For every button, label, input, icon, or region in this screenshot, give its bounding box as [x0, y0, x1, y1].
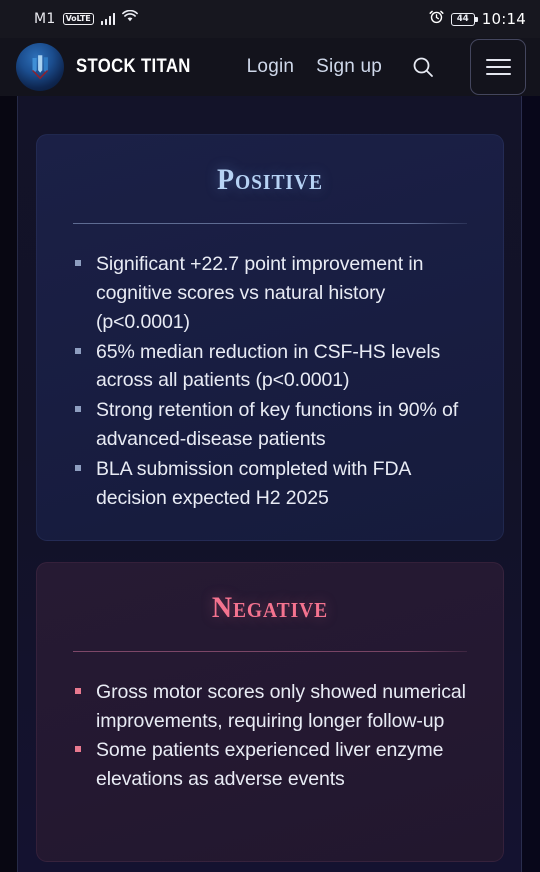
alarm-clock-icon [429, 9, 444, 29]
list-item: Strong retention of key functions in 90%… [73, 396, 479, 454]
status-bar: M1 VoLTE 44 10:14 [0, 0, 540, 38]
list-item: Gross motor scores only showed numerical… [73, 678, 479, 736]
status-bar-left: M1 VoLTE [14, 9, 138, 28]
hamburger-menu-icon[interactable] [470, 39, 526, 95]
positive-card-divider [73, 223, 467, 224]
carrier-label: M1 [34, 11, 56, 27]
navbar-actions: Login Sign up [247, 39, 526, 95]
positive-bullet-list: Significant +22.7 point improvement in c… [61, 250, 479, 513]
battery-level-label: 44 [456, 14, 469, 24]
negative-card-divider [73, 650, 467, 652]
clock-label: 10:14 [481, 10, 526, 28]
battery-indicator: 44 [450, 12, 478, 26]
status-bar-right: 44 10:14 [429, 9, 526, 29]
brand-home-link[interactable]: STOCK TITAN [16, 43, 206, 91]
list-item: Some patients experienced liver enzyme e… [73, 736, 479, 794]
list-item: 65% median reduction in CSF-HS levels ac… [73, 338, 479, 396]
content-inner: Positive Significant +22.7 point improve… [18, 96, 522, 862]
signal-bars-icon [100, 13, 116, 25]
negative-card: Negative Gross motor scores only showed … [36, 561, 504, 862]
list-item: Significant +22.7 point improvement in c… [73, 250, 479, 337]
negative-bullet-list: Gross motor scores only showed numerical… [61, 678, 479, 794]
left-edge-gutter [0, 30, 17, 872]
list-item: BLA submission completed with FDA decisi… [73, 455, 479, 513]
page-content: Positive Significant +22.7 point improve… [18, 96, 522, 872]
positive-card-title: Positive [217, 163, 323, 196]
volte-badge: VoLTE [62, 13, 94, 25]
brand-name-label: STOCK TITAN [76, 56, 191, 77]
search-icon[interactable] [408, 52, 438, 82]
stock-titan-logo-icon [16, 43, 64, 91]
left-edge-divider [17, 30, 18, 872]
wifi-icon [122, 9, 138, 28]
login-link[interactable]: Login [247, 56, 295, 78]
right-edge-divider [521, 30, 522, 872]
site-navbar: STOCK TITAN Login Sign up [0, 38, 540, 96]
negative-card-title: Negative [211, 590, 329, 624]
right-edge-gutter [522, 30, 540, 872]
phone-screen: M1 VoLTE 44 10:14 STOCK TITAN Login Sign… [0, 0, 540, 872]
positive-card: Positive Significant +22.7 point improve… [36, 134, 504, 541]
signup-link[interactable]: Sign up [316, 56, 382, 78]
